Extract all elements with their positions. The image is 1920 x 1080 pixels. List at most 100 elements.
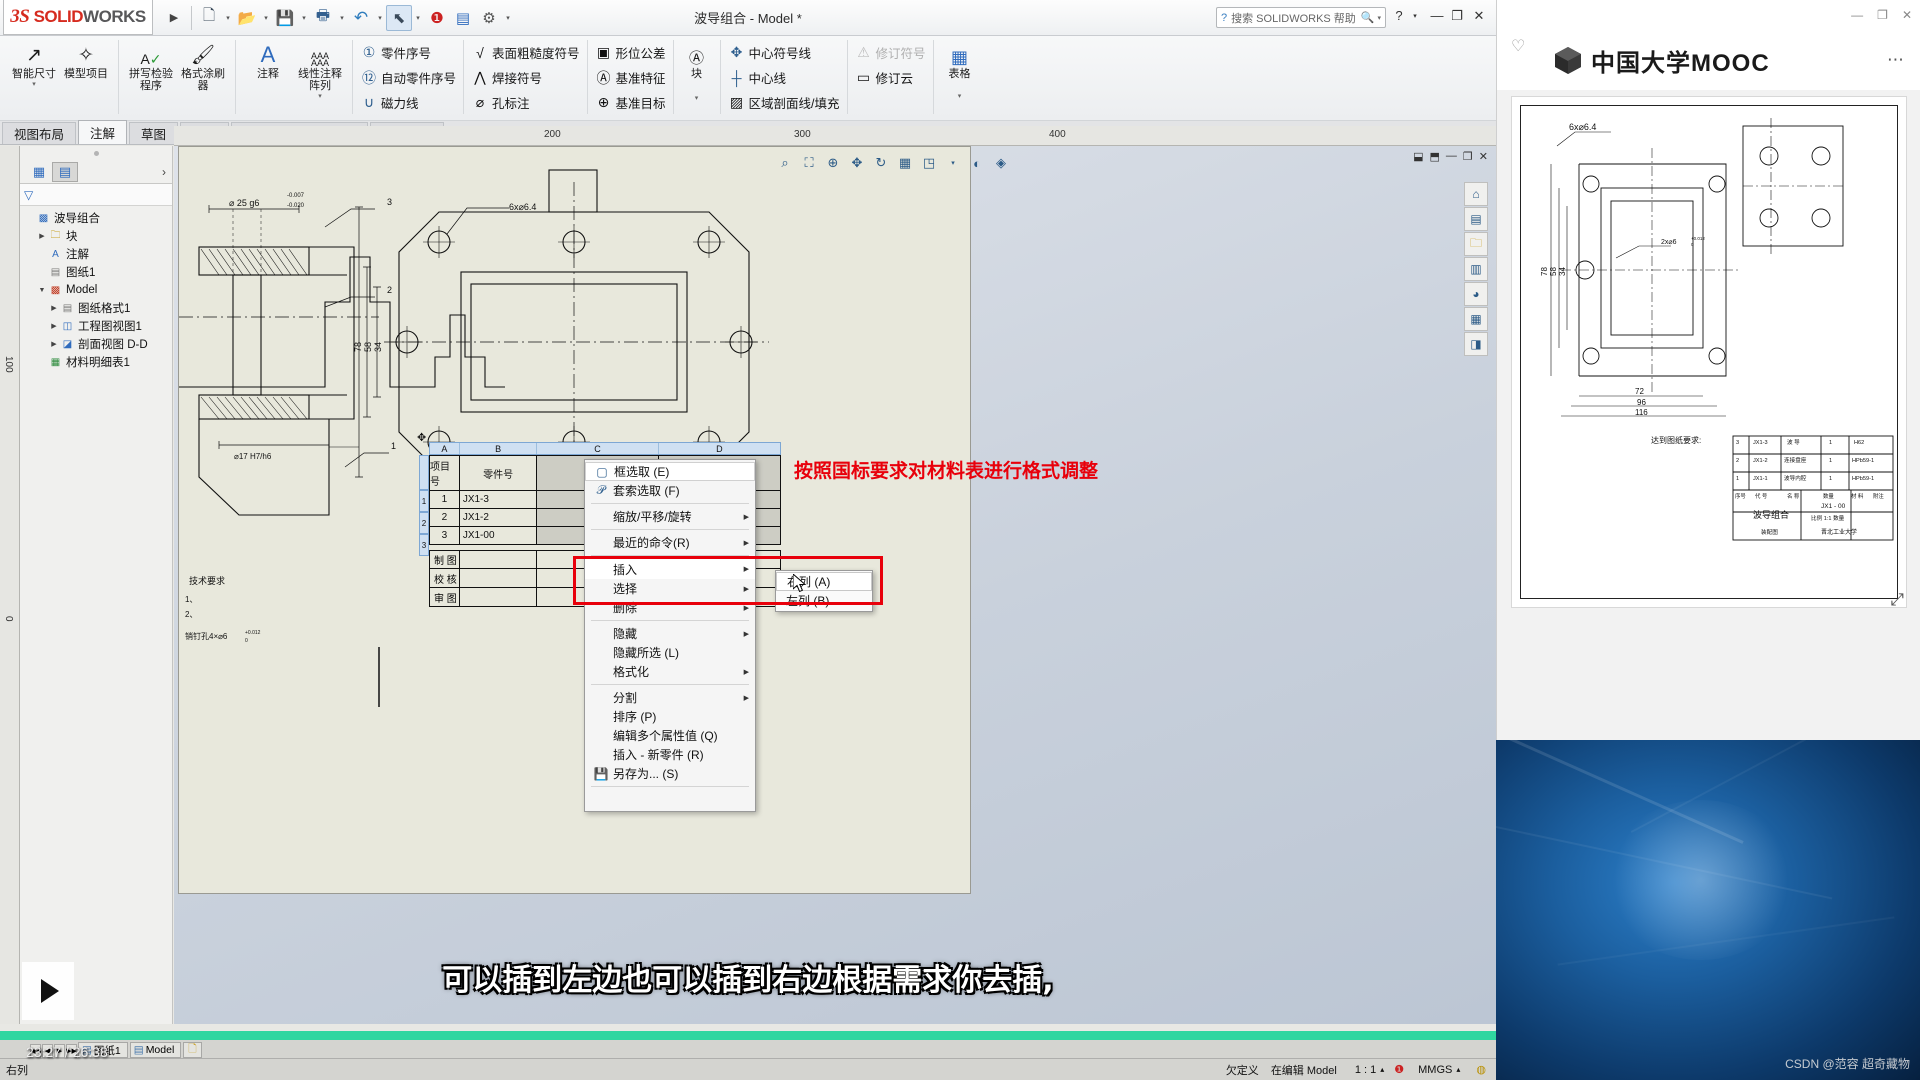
tree-filter-row[interactable]: ▽ <box>20 184 172 206</box>
centerline-button[interactable]: ┼ 中心线 <box>723 65 845 90</box>
context-menu-item-insert-new-part[interactable]: 插入 - 新零件 (R) <box>585 745 755 764</box>
close-button[interactable]: ✕ <box>1468 8 1490 24</box>
bom-row-handle[interactable] <box>419 455 429 490</box>
expand-arrows-icon[interactable]: ⤢ <box>1890 590 1904 610</box>
doc-minimize-icon[interactable]: — <box>1446 150 1457 163</box>
bom-row-handle-3[interactable]: 3 <box>419 534 429 556</box>
status-units-caret[interactable]: ▴ <box>1456 1065 1460 1074</box>
bom-col-b[interactable]: B <box>460 443 538 454</box>
tree-node-sheet1[interactable]: ▤ 图纸1 <box>20 263 172 281</box>
home-icon[interactable]: ⌂ <box>1464 182 1488 206</box>
new-document-caret[interactable]: ▾ <box>222 14 234 22</box>
geometric-tolerance-button[interactable]: ▣ 形位公差 <box>590 40 671 65</box>
tree-node-blocks[interactable]: ▶ 🗀 块 <box>20 227 172 245</box>
linear-note-pattern-caret[interactable]: ▾ <box>294 93 346 101</box>
pan-icon[interactable]: ✥ <box>846 152 868 174</box>
context-menu-item-sort[interactable]: 排序 (P) <box>585 707 755 726</box>
menu-expand-arrow[interactable]: ▶ <box>161 5 187 31</box>
spell-checker-button[interactable]: A ✓ 拼写检验程序 <box>125 38 177 93</box>
select-tool-button[interactable]: ⬉ <box>386 4 412 31</box>
options-list-button[interactable]: ▤ <box>450 5 476 31</box>
bom-drag-handle[interactable]: ✥ <box>417 431 429 444</box>
minimize-button[interactable]: — <box>1426 8 1448 23</box>
tree-node-annotations[interactable]: A 注解 <box>20 245 172 263</box>
maximize-button[interactable]: ❐ <box>1446 8 1468 24</box>
panel-grip[interactable] <box>20 146 172 160</box>
doc-maximize-icon[interactable]: ❐ <box>1463 150 1473 163</box>
drawing-preview-card[interactable]: 6x⌀6.4 2x⌀6 +0.012 0 78 58 34 72 96 116 … <box>1511 96 1907 608</box>
revision-symbol-button[interactable]: ⚠ 修订符号 <box>850 40 931 65</box>
context-menu-item-insert[interactable]: 插入 ▶ <box>585 559 755 579</box>
rotate-view-icon[interactable]: ↻ <box>870 152 892 174</box>
center-mark-button[interactable]: ✥ 中心符号线 <box>723 40 845 65</box>
help-caret[interactable]: ▾ <box>1404 12 1426 20</box>
context-menu-item-recent-commands[interactable]: 最近的命令(R) ▶ <box>585 533 755 552</box>
doc-close-icon[interactable]: ✕ <box>1479 150 1488 163</box>
select-tool-caret[interactable]: ▾ <box>412 14 424 22</box>
undo-caret[interactable]: ▾ <box>374 14 386 22</box>
tab-annotation[interactable]: 注解 <box>78 120 128 144</box>
mooc-close-button[interactable]: ✕ <box>1902 8 1912 22</box>
rebuild-icon[interactable]: ❶ <box>1394 1063 1404 1076</box>
zoom-to-area-icon[interactable]: ⛶ <box>798 152 820 174</box>
tree-expand-arrow-icon[interactable]: › <box>162 165 166 179</box>
view-orientation-icon[interactable]: ◳ <box>918 152 940 174</box>
custom-properties-icon[interactable]: ▦ <box>1464 307 1488 331</box>
context-menu-item-delete[interactable]: 删除 ▶ <box>585 598 755 617</box>
zoom-to-fit-icon[interactable]: ⌕ <box>774 152 796 174</box>
appearances-icon[interactable]: ◕ <box>1464 282 1488 306</box>
status-scale-caret[interactable]: ▴ <box>1380 1065 1384 1074</box>
feature-manager-tab[interactable]: ▦ <box>26 162 52 182</box>
tray-icon[interactable]: ◍ <box>1476 1063 1486 1076</box>
datum-feature-button[interactable]: Ⓐ 基准特征 <box>590 65 671 90</box>
context-menu-item-formatting[interactable]: 格式化 ▶ <box>585 662 755 681</box>
heart-icon[interactable]: ♡ <box>1511 36 1525 56</box>
library-icon[interactable]: ▤ <box>1464 207 1488 231</box>
graphics-area[interactable]: ⬓ ⬒ — ❐ ✕ ⌕ ⛶ ⊕ ✥ ↻ ▦ ◳ ▾ ◐ ◈ ⌂ ▤ 🗀 ▥ ◕ … <box>174 146 1496 1024</box>
save-document-button[interactable]: 💾 <box>272 5 298 31</box>
tables-button[interactable]: ▦ 表格 ▾ <box>940 38 980 100</box>
new-document-button[interactable]: 🗋 <box>196 5 222 31</box>
tree-node-drawing-view1[interactable]: ▶ ◫ 工程图视图1 <box>20 317 172 335</box>
tree-node-section-view-dd[interactable]: ▶ ◪ 剖面视图 D-D <box>20 335 172 353</box>
appearance-icon[interactable]: ◈ <box>990 152 1012 174</box>
context-menu-item-zoom-pan-rotate[interactable]: 缩放/平移/旋转 ▶ <box>585 507 755 526</box>
context-menu-item-box-select[interactable]: ▢ 框选取 (E) <box>585 462 755 481</box>
view-palette-icon[interactable]: ▥ <box>1464 257 1488 281</box>
hide-show-icon[interactable]: ◐ <box>966 152 988 174</box>
view-orientation-caret[interactable]: ▾ <box>942 152 964 174</box>
property-manager-tab[interactable]: ▤ <box>52 161 78 182</box>
file-explorer-icon[interactable]: 🗀 <box>1464 232 1488 256</box>
bom-col-c[interactable]: C <box>537 443 659 454</box>
drawing-palette-icon[interactable]: ◨ <box>1464 332 1488 356</box>
save-document-caret[interactable]: ▾ <box>298 14 310 22</box>
context-menu[interactable]: ▢ 框选取 (E) 𝒫 套索选取 (F) 缩放/平移/旋转 ▶ 最近的命令(R)… <box>584 459 873 812</box>
bom-row-handle-2[interactable]: 2 <box>419 512 429 534</box>
context-submenu-insert[interactable]: 右列 (A) 左列 (B) <box>775 570 873 612</box>
context-menu-item-save-as[interactable]: 💾 另存为... (S) <box>585 764 755 783</box>
context-menu-item-customize-menu[interactable] <box>585 790 755 809</box>
filter-icon[interactable]: ▽ <box>24 188 33 202</box>
zoom-in-out-icon[interactable]: ⊕ <box>822 152 844 174</box>
print-document-button[interactable]: 🖶 <box>310 5 336 31</box>
search-icon[interactable]: 🔍 <box>1361 11 1375 24</box>
tree-node-assembly[interactable]: ▩ 波导组合 <box>20 209 172 227</box>
smart-dimension-button[interactable]: ↗ 智能尺寸 ▾ <box>8 38 60 88</box>
context-menu-item-split[interactable]: 分割 ▶ <box>585 688 755 707</box>
status-units[interactable]: MMGS <box>1418 1064 1452 1076</box>
note-button[interactable]: A 注释 <box>242 38 294 81</box>
tables-caret[interactable]: ▾ <box>940 93 980 101</box>
context-menu-item-hide[interactable]: 隐藏 ▶ <box>585 624 755 643</box>
print-document-caret[interactable]: ▾ <box>336 14 348 22</box>
surface-finish-button[interactable]: √ 表面粗糙度符号 <box>466 40 585 65</box>
undo-button[interactable]: ↶ <box>348 5 374 31</box>
hole-callout-button[interactable]: ⌀ 孔标注 <box>466 90 585 115</box>
search-caret-icon[interactable]: ▾ <box>1377 14 1381 22</box>
context-menu-item-hide-selected[interactable]: 隐藏所选 (L) <box>585 643 755 662</box>
tree-expander[interactable]: ▶ <box>48 304 60 312</box>
context-menu-item-lasso-select[interactable]: 𝒫 套索选取 (F) <box>585 481 755 500</box>
context-menu-item-edit-multiple-properties[interactable]: 编辑多个属性值 (Q) <box>585 726 755 745</box>
model-items-button[interactable]: ✧ 模型项目 <box>60 38 112 81</box>
tree-expander[interactable]: ▼ <box>36 287 48 294</box>
more-dots-icon[interactable]: ⋯ <box>1887 50 1906 70</box>
